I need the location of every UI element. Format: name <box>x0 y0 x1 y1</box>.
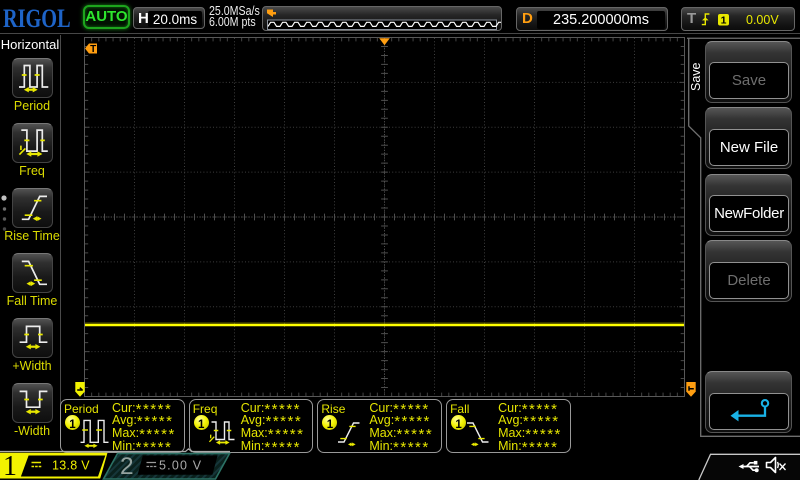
svg-text:T: T <box>90 44 96 55</box>
svg-text:1: 1 <box>721 14 727 26</box>
svg-text:1: 1 <box>3 451 17 480</box>
svg-text:5.00 V: 5.00 V <box>159 459 202 473</box>
svg-text:13.8 V: 13.8 V <box>52 459 90 473</box>
svg-text:2: 2 <box>120 453 134 480</box>
